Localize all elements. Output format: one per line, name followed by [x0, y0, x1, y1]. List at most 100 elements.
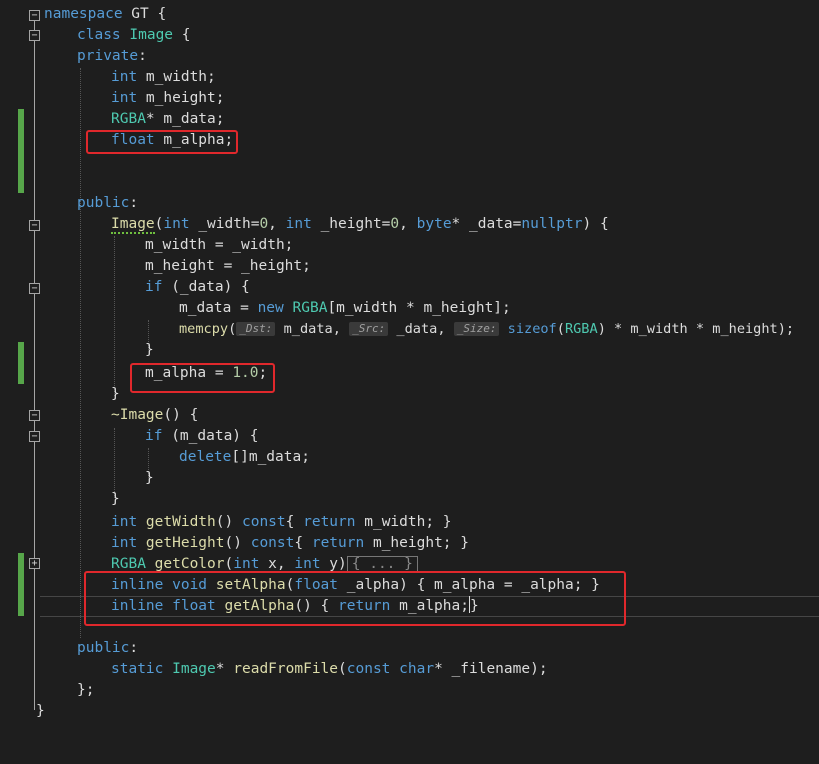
keyword: delete — [179, 449, 232, 465]
keyword: if — [145, 428, 163, 444]
code-line[interactable]: static Image* readFromFile(const char* _… — [0, 659, 819, 680]
type-name: Image — [163, 661, 216, 677]
code-line[interactable]: class Image { — [0, 25, 819, 46]
code-text: m_data = — [179, 300, 258, 316]
keyword: nullptr — [521, 216, 583, 232]
keyword: const — [346, 661, 391, 677]
code-text: m_height; — [137, 90, 225, 106]
code-text: , — [399, 216, 417, 232]
code-line[interactable]: RGBA* m_data; — [0, 109, 819, 130]
function-name: getWidth — [137, 514, 216, 530]
code-line[interactable]: } — [0, 468, 819, 489]
code-line[interactable]: m_height = _height; — [0, 256, 819, 277]
code-line[interactable]: public: — [0, 193, 819, 214]
code-line[interactable]: int m_width; — [0, 67, 819, 88]
code-line[interactable]: }; — [0, 680, 819, 701]
code-text: _height= — [311, 216, 391, 232]
code-line[interactable]: m_data = new RGBA[m_width * m_height]; — [0, 298, 819, 319]
keyword: return — [311, 535, 365, 551]
code-editor[interactable]: − − − − − − + namespace GT { class Image… — [0, 0, 819, 743]
code-line[interactable]: namespace GT { — [0, 4, 819, 25]
parameter-hint: _Dst: — [236, 322, 276, 336]
code-text: ) { — [582, 216, 609, 232]
code-line[interactable]: public: — [0, 638, 819, 659]
code-text: { — [285, 514, 304, 530]
keyword: int — [285, 216, 312, 232]
code-line[interactable]: if (m_data) { — [0, 426, 819, 447]
code-text: } — [36, 703, 45, 719]
keyword: int — [111, 535, 138, 551]
keyword: public — [77, 640, 130, 656]
keyword: namespace — [44, 6, 123, 22]
code-text: : — [138, 48, 147, 64]
code-text: (_data) { — [162, 279, 250, 295]
code-text: m_height; } — [364, 535, 469, 551]
keyword: int — [111, 90, 138, 106]
code-line[interactable]: ~Image() { — [0, 405, 819, 426]
code-line[interactable]: int getWidth() const{ return m_width; } — [0, 512, 819, 533]
keyword: const — [241, 514, 286, 530]
code-text: } — [111, 386, 120, 402]
keyword: int — [163, 216, 190, 232]
highlight-box-alpha-accessors — [84, 571, 626, 626]
code-line[interactable]: delete[]m_data; — [0, 447, 819, 468]
highlight-box-alpha-init — [130, 363, 275, 393]
code-text: , — [268, 216, 286, 232]
keyword: public — [77, 195, 130, 211]
code-line[interactable]: m_width = _width; — [0, 235, 819, 256]
code-text: ( — [338, 661, 347, 677]
code-text: ( — [224, 556, 234, 572]
code-text: [m_width * m_height]; — [327, 300, 511, 316]
code-line[interactable]: if (_data) { — [0, 277, 819, 298]
code-text: } — [111, 491, 120, 507]
keyword: int — [294, 556, 321, 572]
code-line[interactable]: int getHeight() const{ return m_height; … — [0, 533, 819, 554]
number: 0 — [390, 216, 400, 232]
code-line[interactable]: } — [0, 384, 819, 405]
number: 0 — [259, 216, 269, 232]
code-text: () { — [163, 407, 199, 423]
code-line[interactable]: Image(int _width=0, int _height=0, byte*… — [0, 214, 819, 235]
type-name: RGBA — [111, 111, 146, 127]
code-text: : — [129, 195, 139, 211]
code-text: x, — [259, 556, 295, 572]
function-name: Image — [111, 216, 155, 234]
code-line[interactable]: m_alpha = 1.0; — [0, 363, 819, 384]
code-text: * — [215, 661, 234, 677]
code-text: * _data= — [451, 216, 522, 232]
keyword: return — [303, 514, 356, 530]
function-name: memcpy — [179, 321, 229, 337]
keyword: sizeof — [499, 321, 557, 337]
code-line[interactable]: } — [0, 489, 819, 510]
code-line[interactable]: } — [0, 340, 819, 361]
function-name: getHeight — [137, 535, 225, 551]
type-name: RGBA — [564, 321, 598, 337]
code-text: m_width; — [137, 69, 216, 85]
code-text: } — [145, 470, 154, 486]
keyword: char — [390, 661, 435, 677]
code-text: m_data, — [275, 321, 350, 337]
code-text: m_width = _width; — [145, 237, 294, 253]
code-text: _data, — [388, 321, 454, 337]
keyword: int — [233, 556, 260, 572]
code-line[interactable]: memcpy(_Dst: m_data, _Src: _data, _Size:… — [0, 319, 819, 340]
code-text: []m_data; — [231, 449, 310, 465]
code-line[interactable]: private: — [0, 46, 819, 67]
code-text: * m_data; — [145, 111, 225, 127]
keyword: if — [145, 279, 163, 295]
code-text: ) * m_width * m_height); — [597, 321, 795, 337]
type-name: RGBA — [111, 556, 146, 572]
code-text: * _filename); — [434, 661, 548, 677]
function-name: readFromFile — [233, 661, 339, 677]
code-text: (m_data) { — [162, 428, 259, 444]
keyword: byte — [416, 216, 452, 232]
code-text: ( — [228, 321, 237, 337]
keyword: new — [257, 300, 284, 316]
code-text: m_height = _height; — [145, 258, 311, 274]
code-text: : — [129, 640, 139, 656]
type-name: RGBA — [283, 300, 328, 316]
code-line[interactable]: int m_height; — [0, 88, 819, 109]
keyword: const — [250, 535, 295, 551]
parameter-hint: _Size: — [453, 322, 500, 336]
code-line[interactable]: } — [0, 701, 819, 722]
